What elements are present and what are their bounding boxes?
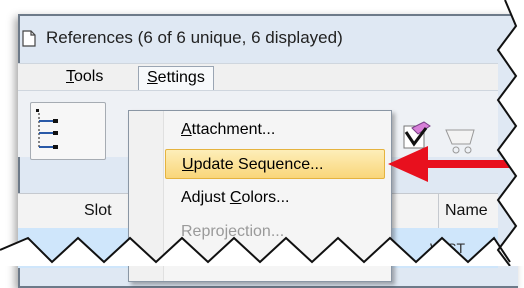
menu-item-label: pdate Sequence... bbox=[193, 156, 324, 173]
cart-icon bbox=[445, 129, 475, 154]
tree-view-button[interactable] bbox=[30, 102, 106, 160]
eraser-button[interactable] bbox=[402, 120, 432, 158]
menu-settings[interactable]: Settings bbox=[138, 66, 214, 91]
column-header-name[interactable]: Name bbox=[438, 194, 488, 228]
menu-item-mnemonic: C bbox=[229, 189, 242, 206]
menu-tools-label: ools bbox=[74, 68, 104, 85]
menu-item-label: ttachment... bbox=[191, 121, 276, 138]
menu-item-prefix: Adjust bbox=[181, 189, 230, 206]
eraser-icon bbox=[403, 121, 431, 149]
document-icon bbox=[22, 29, 36, 47]
menu-item-mnemonic: A bbox=[181, 121, 192, 138]
row-name-cell: W ST bbox=[430, 240, 465, 256]
menu-item-adjust-colors[interactable]: Adjust Colors... bbox=[165, 183, 385, 213]
menu-item-reprojection[interactable]: Reprojection... bbox=[165, 217, 385, 247]
menu-settings-label: ettings bbox=[157, 69, 205, 86]
menu-item-update-sequence[interactable]: Update Sequence... bbox=[165, 149, 385, 179]
window-title: References (6 of 6 unique, 6 displayed) bbox=[46, 28, 343, 47]
menu-settings-mnemonic: S bbox=[147, 69, 158, 86]
menu-item-label: olors... bbox=[241, 189, 290, 206]
title-bar: References (6 of 6 unique, 6 displayed) bbox=[18, 18, 488, 58]
menu-icon-gutter bbox=[129, 111, 164, 281]
menu-item-mnemonic: U bbox=[182, 156, 194, 173]
menu-tools-mnemonic: T bbox=[66, 68, 74, 85]
cart-button[interactable] bbox=[442, 120, 475, 158]
menu-bar: Tools Settings bbox=[18, 63, 498, 91]
menu-tools[interactable]: Tools bbox=[66, 64, 103, 89]
menu-item-label: Reprojection... bbox=[181, 223, 285, 240]
menu-item-attachment[interactable]: Attachment... bbox=[165, 115, 385, 145]
tree-view-icon bbox=[36, 109, 58, 149]
settings-dropdown-menu: Attachment... Update Sequence... Adjust … bbox=[128, 110, 392, 282]
